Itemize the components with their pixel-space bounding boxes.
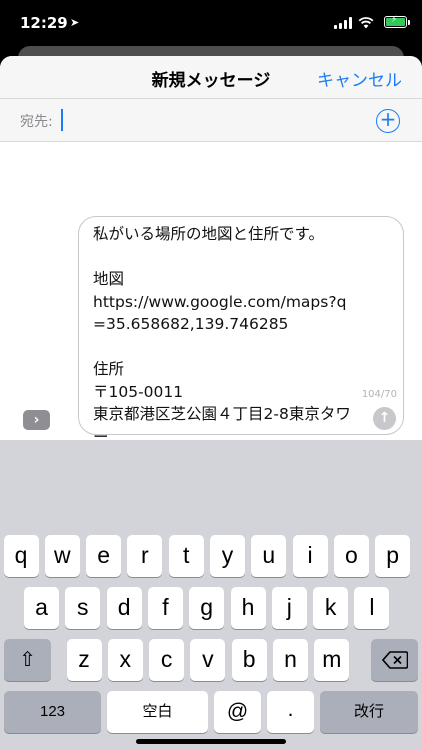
key-f[interactable]: f (147, 587, 183, 629)
key-y[interactable]: y (210, 535, 245, 577)
key-t[interactable]: t (168, 535, 204, 577)
to-label: 宛先: (20, 114, 53, 130)
key-q[interactable]: q (3, 535, 39, 577)
key-r[interactable]: r (127, 535, 163, 577)
key-u[interactable]: u (251, 535, 287, 577)
message-input[interactable]: 私がいる場所の地図と住所です。 地図 https://www.google.co… (78, 216, 404, 446)
chevron-right-icon[interactable]: › (23, 410, 50, 430)
home-indicator (136, 739, 286, 744)
recipient-input[interactable] (61, 109, 63, 131)
key-a[interactable]: a (24, 587, 59, 629)
key-s[interactable]: s (65, 587, 101, 629)
recipient-row[interactable]: 宛先: + (0, 98, 422, 142)
key-v[interactable]: v (190, 639, 226, 681)
key-i[interactable]: i (292, 535, 328, 577)
location-arrow-icon: ➤ (70, 16, 80, 29)
key-c[interactable]: c (149, 639, 185, 681)
dot-key[interactable]: . (267, 691, 314, 733)
message-text[interactable]: 私がいる場所の地図と住所です。 地図 https://www.google.co… (93, 223, 355, 448)
cellular-signal-icon (334, 17, 352, 29)
space-key[interactable]: 空白 (107, 691, 208, 733)
keyboard: qwertyuiop asdfghjkl zxcvbnm ⇧ 123 空白 @ … (0, 440, 422, 750)
key-b[interactable]: b (231, 639, 267, 681)
key-w[interactable]: w (44, 535, 80, 577)
key-m[interactable]: m (314, 639, 350, 681)
status-bar: 12:29 ➤ (0, 0, 422, 46)
add-contact-icon[interactable]: + (376, 109, 400, 133)
key-p[interactable]: p (375, 535, 411, 577)
shift-key[interactable]: ⇧ (4, 639, 51, 681)
status-time: 12:29 (20, 14, 68, 32)
key-o[interactable]: o (333, 535, 369, 577)
key-e[interactable]: e (86, 535, 122, 577)
new-message-sheet: 新規メッセージ キャンセル 宛先: + › 私がいる場所の地図と住所です。 地図… (0, 56, 422, 750)
key-l[interactable]: l (354, 587, 390, 629)
key-d[interactable]: d (106, 587, 142, 629)
wifi-icon (358, 17, 374, 29)
character-count: 104/70 (361, 389, 397, 400)
delete-key[interactable] (371, 639, 418, 681)
nav-bar: 新規メッセージ キャンセル (0, 56, 422, 98)
arrow-up-icon[interactable]: ↑ (373, 407, 396, 430)
key-x[interactable]: x (107, 639, 143, 681)
backspace-icon (381, 651, 408, 669)
key-n[interactable]: n (273, 639, 308, 681)
numbers-key[interactable]: 123 (4, 691, 101, 733)
key-j[interactable]: j (271, 587, 307, 629)
at-key[interactable]: @ (214, 691, 261, 733)
key-z[interactable]: z (66, 639, 102, 681)
cancel-button[interactable]: キャンセル (317, 66, 402, 91)
return-key[interactable]: 改行 (320, 691, 418, 733)
key-k[interactable]: k (313, 587, 349, 629)
battery-icon (384, 15, 407, 28)
battery-cap (408, 20, 410, 25)
key-g[interactable]: g (189, 587, 225, 629)
key-h[interactable]: h (230, 587, 266, 629)
